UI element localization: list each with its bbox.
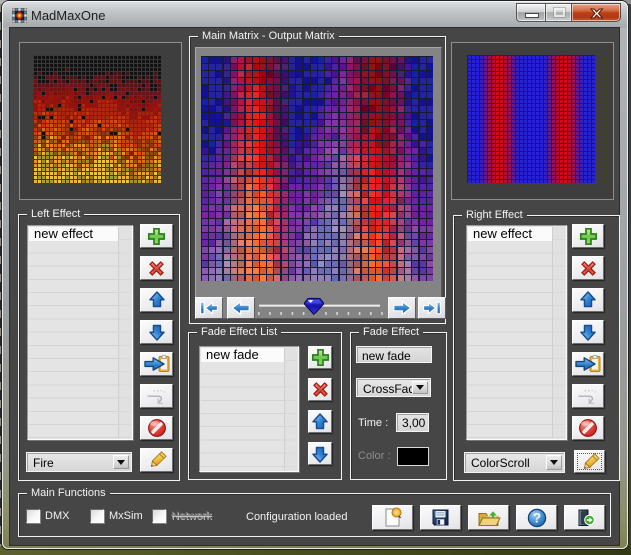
svg-text:?: ? [532,510,540,525]
